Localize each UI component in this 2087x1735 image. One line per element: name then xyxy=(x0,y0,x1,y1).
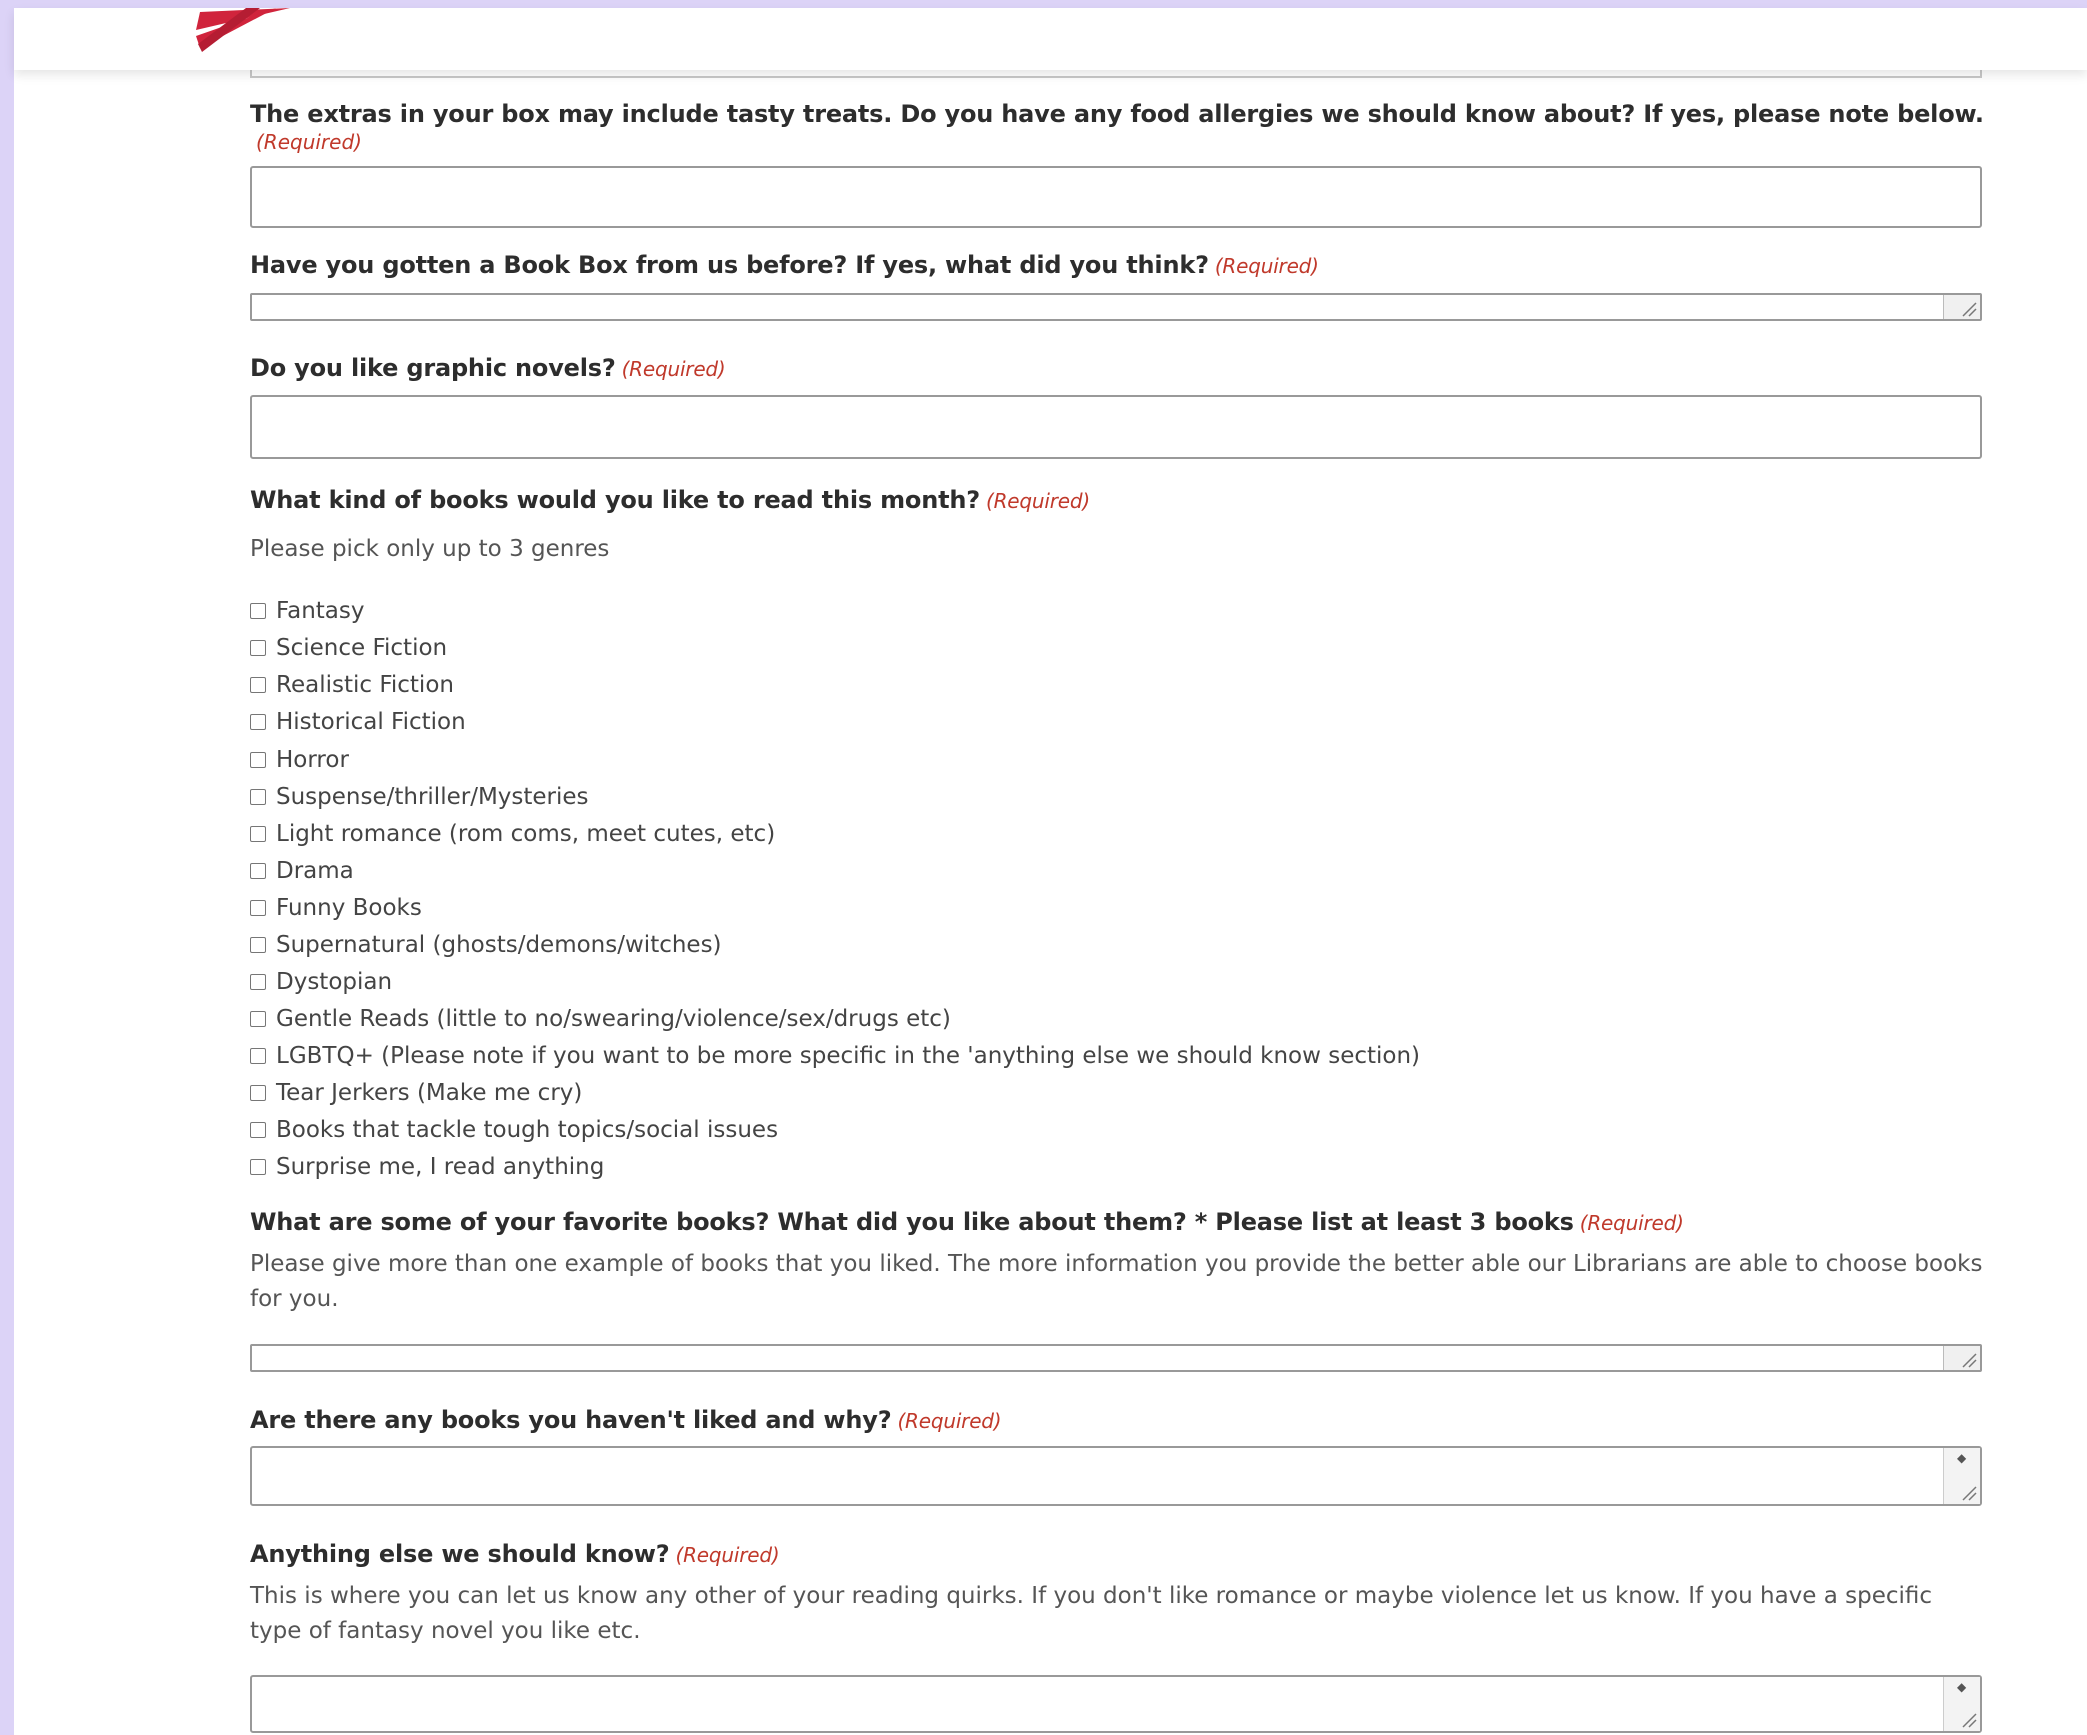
anything-else-description: This is where you can let us know any ot… xyxy=(250,1583,1933,1644)
genre-option[interactable]: Tear Jerkers (Make me cry) xyxy=(250,1078,582,1108)
genre-option[interactable]: Fantasy xyxy=(250,596,365,626)
genre-option[interactable]: Dystopian xyxy=(250,967,392,997)
checkbox[interactable] xyxy=(250,1048,266,1064)
checkbox[interactable] xyxy=(250,826,266,842)
checkbox[interactable] xyxy=(250,900,266,916)
resize-grip-icon xyxy=(1962,1353,1977,1368)
resize-grip-icon xyxy=(1962,1486,1977,1501)
library-logo-icon[interactable] xyxy=(186,8,290,52)
disliked-books-textarea[interactable]: ◆ xyxy=(250,1446,1982,1506)
favorite-books-textarea[interactable] xyxy=(250,1344,1982,1372)
checkbox[interactable] xyxy=(250,863,266,879)
book-box-form: The extras in your box may include tasty… xyxy=(250,0,1984,1735)
previous-box-label: Have you gotten a Book Box from us befor… xyxy=(250,251,1319,279)
checkbox[interactable] xyxy=(250,752,266,768)
genres-label: What kind of books would you like to rea… xyxy=(250,486,1090,514)
checkbox[interactable] xyxy=(250,1122,266,1138)
genre-option[interactable]: Supernatural (ghosts/demons/witches) xyxy=(250,930,722,960)
disliked-books-required-marker: (Required) xyxy=(897,1409,1002,1433)
allergies-required-marker: (Required) xyxy=(256,130,362,154)
genre-option[interactable]: Horror xyxy=(250,745,349,775)
favorite-books-required-marker: (Required) xyxy=(1579,1211,1684,1235)
graphic-novels-required-marker: (Required) xyxy=(621,357,726,381)
checkbox[interactable] xyxy=(250,974,266,990)
genre-option[interactable]: Historical Fiction xyxy=(250,707,466,737)
checkbox[interactable] xyxy=(250,1085,266,1101)
checkbox[interactable] xyxy=(250,789,266,805)
checkbox[interactable] xyxy=(250,603,266,619)
genre-option[interactable]: Drama xyxy=(250,856,354,886)
checkbox[interactable] xyxy=(250,1159,266,1175)
anything-else-label: Anything else we should know? (Required) xyxy=(250,1540,780,1568)
checkbox[interactable] xyxy=(250,714,266,730)
genre-option[interactable]: Funny Books xyxy=(250,893,422,923)
graphic-novels-input[interactable] xyxy=(250,395,1982,459)
anything-else-required-marker: (Required) xyxy=(675,1543,780,1567)
genre-option[interactable]: Science Fiction xyxy=(250,633,447,663)
anything-else-textarea[interactable]: ◆ xyxy=(250,1675,1982,1733)
genre-option[interactable]: Light romance (rom coms, meet cutes, etc… xyxy=(250,819,775,849)
previous-box-textarea[interactable] xyxy=(250,293,1982,321)
site-header xyxy=(14,8,2087,70)
previous-box-required-marker: (Required) xyxy=(1214,254,1319,278)
checkbox[interactable] xyxy=(250,677,266,693)
disliked-books-label: Are there any books you haven't liked an… xyxy=(250,1406,1002,1434)
window-frame-left xyxy=(0,0,14,1735)
genre-option[interactable]: Realistic Fiction xyxy=(250,670,454,700)
genre-option[interactable]: Surprise me, I read anything xyxy=(250,1152,604,1182)
previous-box-resize-handle[interactable] xyxy=(1943,295,1980,319)
checkbox[interactable] xyxy=(250,1011,266,1027)
graphic-novels-label: Do you like graphic novels? (Required) xyxy=(250,354,726,382)
checkbox[interactable] xyxy=(250,640,266,656)
genre-option[interactable]: Gentle Reads (little to no/swearing/viol… xyxy=(250,1004,951,1034)
favorite-books-label: What are some of your favorite books? Wh… xyxy=(250,1208,1684,1236)
disliked-books-scroll-handle[interactable]: ◆ xyxy=(1943,1448,1980,1504)
genre-option[interactable]: Books that tackle tough topics/social is… xyxy=(250,1115,778,1145)
resize-grip-icon xyxy=(1962,1713,1977,1728)
favorite-books-resize-handle[interactable] xyxy=(1943,1346,1980,1370)
anything-else-scroll-handle[interactable]: ◆ xyxy=(1943,1677,1980,1731)
allergies-label: The extras in your box may include tasty… xyxy=(250,100,1984,128)
allergies-input[interactable] xyxy=(250,166,1982,228)
genre-option[interactable]: Suspense/thriller/Mysteries xyxy=(250,782,589,812)
genres-required-marker: (Required) xyxy=(985,489,1090,513)
genres-description: Please pick only up to 3 genres xyxy=(250,536,610,562)
scroll-arrow-icon[interactable]: ◆ xyxy=(1957,1452,1966,1464)
resize-grip-icon xyxy=(1962,302,1977,317)
favorite-books-description: Please give more than one example of boo… xyxy=(250,1251,1983,1312)
scroll-arrow-icon[interactable]: ◆ xyxy=(1957,1681,1966,1693)
checkbox[interactable] xyxy=(250,937,266,953)
genre-option[interactable]: LGBTQ+ (Please note if you want to be mo… xyxy=(250,1041,1420,1071)
